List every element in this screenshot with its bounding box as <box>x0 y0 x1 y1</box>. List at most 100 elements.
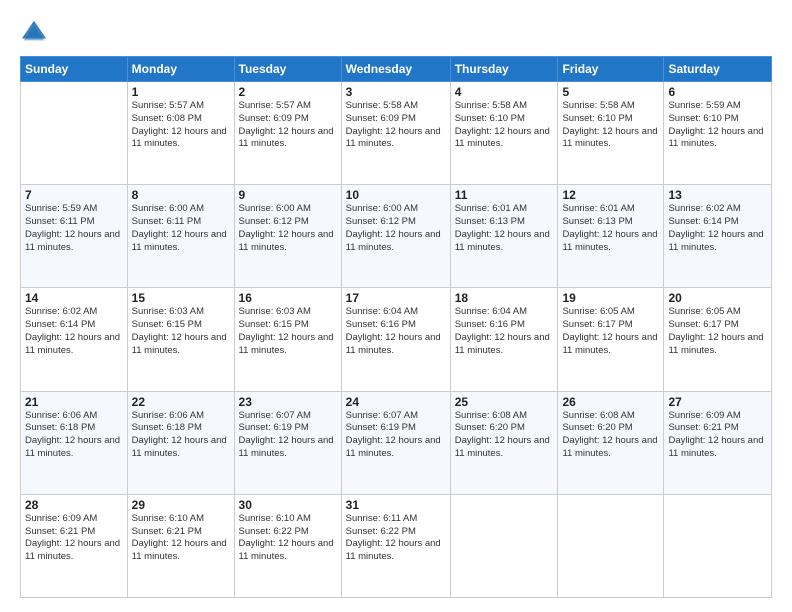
day-cell: 5Sunrise: 5:58 AM Sunset: 6:10 PM Daylig… <box>558 82 664 185</box>
header-row: SundayMondayTuesdayWednesdayThursdayFrid… <box>21 57 772 82</box>
day-cell: 2Sunrise: 5:57 AM Sunset: 6:09 PM Daylig… <box>234 82 341 185</box>
day-info: Sunrise: 5:57 AM Sunset: 6:08 PM Dayligh… <box>132 100 230 151</box>
day-number: 11 <box>455 188 554 202</box>
day-number: 17 <box>346 291 446 305</box>
day-info: Sunrise: 6:00 AM Sunset: 6:11 PM Dayligh… <box>132 203 230 254</box>
day-cell <box>558 494 664 597</box>
day-number: 19 <box>562 291 659 305</box>
logo <box>20 18 52 46</box>
day-info: Sunrise: 5:59 AM Sunset: 6:11 PM Dayligh… <box>25 203 123 254</box>
day-info: Sunrise: 6:02 AM Sunset: 6:14 PM Dayligh… <box>25 306 123 357</box>
day-cell: 24Sunrise: 6:07 AM Sunset: 6:19 PM Dayli… <box>341 391 450 494</box>
week-row-5: 28Sunrise: 6:09 AM Sunset: 6:21 PM Dayli… <box>21 494 772 597</box>
day-cell: 3Sunrise: 5:58 AM Sunset: 6:09 PM Daylig… <box>341 82 450 185</box>
day-cell: 1Sunrise: 5:57 AM Sunset: 6:08 PM Daylig… <box>127 82 234 185</box>
day-number: 20 <box>668 291 767 305</box>
day-info: Sunrise: 6:05 AM Sunset: 6:17 PM Dayligh… <box>668 306 767 357</box>
day-header-thursday: Thursday <box>450 57 558 82</box>
day-header-saturday: Saturday <box>664 57 772 82</box>
day-info: Sunrise: 5:58 AM Sunset: 6:09 PM Dayligh… <box>346 100 446 151</box>
day-cell: 27Sunrise: 6:09 AM Sunset: 6:21 PM Dayli… <box>664 391 772 494</box>
day-header-friday: Friday <box>558 57 664 82</box>
day-info: Sunrise: 6:08 AM Sunset: 6:20 PM Dayligh… <box>455 410 554 461</box>
day-number: 28 <box>25 498 123 512</box>
day-cell: 12Sunrise: 6:01 AM Sunset: 6:13 PM Dayli… <box>558 185 664 288</box>
week-row-2: 7Sunrise: 5:59 AM Sunset: 6:11 PM Daylig… <box>21 185 772 288</box>
day-cell: 4Sunrise: 5:58 AM Sunset: 6:10 PM Daylig… <box>450 82 558 185</box>
day-cell <box>450 494 558 597</box>
day-number: 2 <box>239 85 337 99</box>
day-cell: 21Sunrise: 6:06 AM Sunset: 6:18 PM Dayli… <box>21 391 128 494</box>
day-info: Sunrise: 6:04 AM Sunset: 6:16 PM Dayligh… <box>346 306 446 357</box>
week-row-1: 1Sunrise: 5:57 AM Sunset: 6:08 PM Daylig… <box>21 82 772 185</box>
day-info: Sunrise: 5:58 AM Sunset: 6:10 PM Dayligh… <box>455 100 554 151</box>
day-info: Sunrise: 5:59 AM Sunset: 6:10 PM Dayligh… <box>668 100 767 151</box>
day-info: Sunrise: 6:05 AM Sunset: 6:17 PM Dayligh… <box>562 306 659 357</box>
day-cell: 14Sunrise: 6:02 AM Sunset: 6:14 PM Dayli… <box>21 288 128 391</box>
day-info: Sunrise: 6:01 AM Sunset: 6:13 PM Dayligh… <box>562 203 659 254</box>
day-info: Sunrise: 6:11 AM Sunset: 6:22 PM Dayligh… <box>346 513 446 564</box>
day-info: Sunrise: 6:07 AM Sunset: 6:19 PM Dayligh… <box>346 410 446 461</box>
day-cell: 26Sunrise: 6:08 AM Sunset: 6:20 PM Dayli… <box>558 391 664 494</box>
day-number: 18 <box>455 291 554 305</box>
day-cell <box>664 494 772 597</box>
day-info: Sunrise: 6:08 AM Sunset: 6:20 PM Dayligh… <box>562 410 659 461</box>
day-info: Sunrise: 6:10 AM Sunset: 6:21 PM Dayligh… <box>132 513 230 564</box>
day-number: 29 <box>132 498 230 512</box>
day-info: Sunrise: 6:06 AM Sunset: 6:18 PM Dayligh… <box>25 410 123 461</box>
day-cell: 15Sunrise: 6:03 AM Sunset: 6:15 PM Dayli… <box>127 288 234 391</box>
day-number: 22 <box>132 395 230 409</box>
day-number: 12 <box>562 188 659 202</box>
day-number: 10 <box>346 188 446 202</box>
day-header-wednesday: Wednesday <box>341 57 450 82</box>
day-info: Sunrise: 5:57 AM Sunset: 6:09 PM Dayligh… <box>239 100 337 151</box>
day-number: 25 <box>455 395 554 409</box>
day-cell: 7Sunrise: 5:59 AM Sunset: 6:11 PM Daylig… <box>21 185 128 288</box>
day-info: Sunrise: 6:04 AM Sunset: 6:16 PM Dayligh… <box>455 306 554 357</box>
page: SundayMondayTuesdayWednesdayThursdayFrid… <box>0 0 792 612</box>
day-info: Sunrise: 6:00 AM Sunset: 6:12 PM Dayligh… <box>239 203 337 254</box>
day-cell: 25Sunrise: 6:08 AM Sunset: 6:20 PM Dayli… <box>450 391 558 494</box>
day-number: 1 <box>132 85 230 99</box>
day-info: Sunrise: 6:03 AM Sunset: 6:15 PM Dayligh… <box>239 306 337 357</box>
day-number: 8 <box>132 188 230 202</box>
day-info: Sunrise: 6:00 AM Sunset: 6:12 PM Dayligh… <box>346 203 446 254</box>
day-cell: 6Sunrise: 5:59 AM Sunset: 6:10 PM Daylig… <box>664 82 772 185</box>
day-number: 14 <box>25 291 123 305</box>
week-row-4: 21Sunrise: 6:06 AM Sunset: 6:18 PM Dayli… <box>21 391 772 494</box>
day-number: 23 <box>239 395 337 409</box>
day-number: 15 <box>132 291 230 305</box>
day-cell: 29Sunrise: 6:10 AM Sunset: 6:21 PM Dayli… <box>127 494 234 597</box>
day-header-sunday: Sunday <box>21 57 128 82</box>
day-cell: 8Sunrise: 6:00 AM Sunset: 6:11 PM Daylig… <box>127 185 234 288</box>
day-info: Sunrise: 6:03 AM Sunset: 6:15 PM Dayligh… <box>132 306 230 357</box>
day-number: 21 <box>25 395 123 409</box>
day-number: 6 <box>668 85 767 99</box>
day-header-tuesday: Tuesday <box>234 57 341 82</box>
day-cell: 10Sunrise: 6:00 AM Sunset: 6:12 PM Dayli… <box>341 185 450 288</box>
day-info: Sunrise: 6:09 AM Sunset: 6:21 PM Dayligh… <box>25 513 123 564</box>
day-number: 26 <box>562 395 659 409</box>
day-info: Sunrise: 5:58 AM Sunset: 6:10 PM Dayligh… <box>562 100 659 151</box>
day-number: 30 <box>239 498 337 512</box>
day-number: 5 <box>562 85 659 99</box>
day-number: 13 <box>668 188 767 202</box>
day-info: Sunrise: 6:01 AM Sunset: 6:13 PM Dayligh… <box>455 203 554 254</box>
logo-icon <box>20 18 48 46</box>
day-cell: 13Sunrise: 6:02 AM Sunset: 6:14 PM Dayli… <box>664 185 772 288</box>
day-cell: 22Sunrise: 6:06 AM Sunset: 6:18 PM Dayli… <box>127 391 234 494</box>
day-header-monday: Monday <box>127 57 234 82</box>
day-cell: 11Sunrise: 6:01 AM Sunset: 6:13 PM Dayli… <box>450 185 558 288</box>
day-cell: 28Sunrise: 6:09 AM Sunset: 6:21 PM Dayli… <box>21 494 128 597</box>
day-cell: 20Sunrise: 6:05 AM Sunset: 6:17 PM Dayli… <box>664 288 772 391</box>
day-number: 9 <box>239 188 337 202</box>
day-number: 31 <box>346 498 446 512</box>
day-info: Sunrise: 6:10 AM Sunset: 6:22 PM Dayligh… <box>239 513 337 564</box>
day-number: 4 <box>455 85 554 99</box>
week-row-3: 14Sunrise: 6:02 AM Sunset: 6:14 PM Dayli… <box>21 288 772 391</box>
day-cell: 16Sunrise: 6:03 AM Sunset: 6:15 PM Dayli… <box>234 288 341 391</box>
day-info: Sunrise: 6:09 AM Sunset: 6:21 PM Dayligh… <box>668 410 767 461</box>
day-info: Sunrise: 6:07 AM Sunset: 6:19 PM Dayligh… <box>239 410 337 461</box>
day-cell: 23Sunrise: 6:07 AM Sunset: 6:19 PM Dayli… <box>234 391 341 494</box>
day-cell: 19Sunrise: 6:05 AM Sunset: 6:17 PM Dayli… <box>558 288 664 391</box>
